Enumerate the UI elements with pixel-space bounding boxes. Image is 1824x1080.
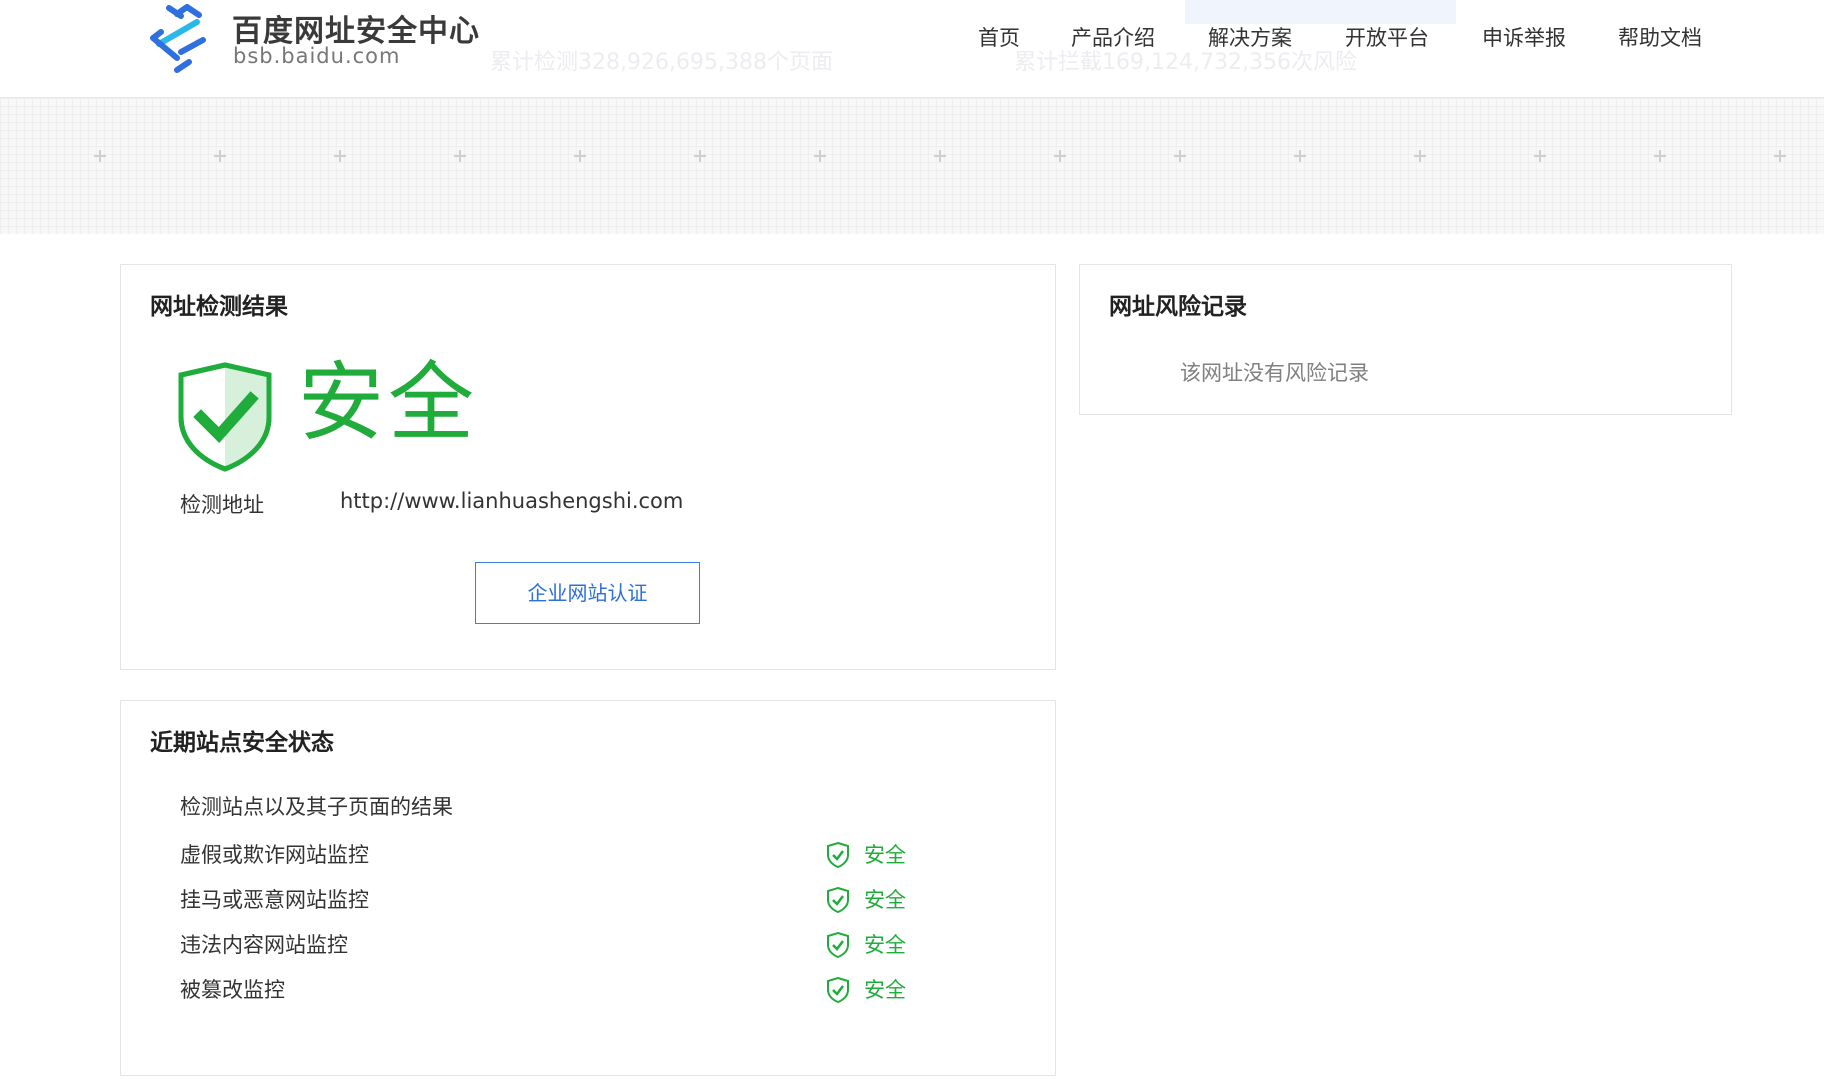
list-item: 违法内容网站监控 安全: [121, 923, 1057, 963]
recent-site-status-card: 近期站点安全状态 检测站点以及其子页面的结果 虚假或欺诈网站监控 安全 挂马或恶…: [120, 700, 1056, 1076]
baidu-safety-logo-icon[interactable]: [147, 4, 211, 74]
plus-marker: [1294, 150, 1306, 162]
plus-marker: [1174, 150, 1186, 162]
plus-marker: [814, 150, 826, 162]
plus-marker: [694, 150, 706, 162]
nav-products[interactable]: 产品介绍: [1071, 22, 1155, 52]
risk-card-title: 网址风险记录: [1109, 294, 1247, 320]
plus-marker: [574, 150, 586, 162]
plus-marker: [1774, 150, 1786, 162]
shield-check-icon: [827, 841, 849, 869]
nav-solutions[interactable]: 解决方案: [1208, 22, 1292, 52]
status-item-value: 安全: [864, 888, 906, 912]
shield-check-icon: [178, 362, 272, 472]
list-item: 被篡改监控 安全: [121, 968, 1057, 1008]
banner-pattern: [0, 98, 1824, 234]
url-risk-record-card: 网址风险记录 该网址没有风险记录: [1079, 264, 1732, 415]
plus-marker: [214, 150, 226, 162]
status-item-label: 虚假或欺诈网站监控: [180, 843, 369, 867]
plus-marker: [454, 150, 466, 162]
shield-check-icon: [827, 931, 849, 959]
enterprise-verify-button[interactable]: 企业网站认证: [475, 562, 700, 624]
logo-subtitle[interactable]: bsb.baidu.com: [233, 44, 400, 68]
plus-marker: [94, 150, 106, 162]
status-item-value: 安全: [864, 843, 906, 867]
status-item-label: 违法内容网站监控: [180, 933, 348, 957]
safety-status-text: 安全: [298, 353, 478, 453]
status-item-label: 挂马或恶意网站监控: [180, 888, 369, 912]
nav-appeal-report[interactable]: 申诉举报: [1482, 22, 1566, 52]
plus-marker: [1414, 150, 1426, 162]
result-card-title: 网址检测结果: [150, 294, 288, 320]
plus-marker: [1654, 150, 1666, 162]
risk-empty-message: 该网址没有风险记录: [1180, 361, 1369, 385]
nav-open-platform[interactable]: 开放平台: [1345, 22, 1429, 52]
checked-url-label: 检测地址: [180, 493, 264, 517]
status-intro-text: 检测站点以及其子页面的结果: [180, 795, 453, 819]
shield-check-icon: [827, 976, 849, 1004]
checked-url-value: http://www.lianhuashengshi.com: [340, 489, 684, 513]
status-item-label: 被篡改监控: [180, 978, 285, 1002]
status-item-value: 安全: [864, 978, 906, 1002]
nav-home[interactable]: 首页: [978, 22, 1020, 52]
list-item: 挂马或恶意网站监控 安全: [121, 878, 1057, 918]
plus-marker: [334, 150, 346, 162]
status-card-title: 近期站点安全状态: [150, 730, 334, 756]
plus-marker: [1054, 150, 1066, 162]
list-item: 虚假或欺诈网站监控 安全: [121, 833, 1057, 873]
plus-marker: [934, 150, 946, 162]
plus-marker: [1534, 150, 1546, 162]
nav-hover-highlight: [1185, 0, 1456, 24]
nav-help-docs[interactable]: 帮助文档: [1618, 22, 1702, 52]
site-header: 百度网址安全中心 bsb.baidu.com 累计检测328,926,695,3…: [0, 0, 1824, 98]
stat-risks-blocked: 累计拦截169,124,732,356次风险: [1014, 50, 1357, 75]
status-item-value: 安全: [864, 933, 906, 957]
url-check-result-card: 网址检测结果 安全 检测地址 http://www.lianhuashengsh…: [120, 264, 1056, 670]
stat-pages-checked: 累计检测328,926,695,388个页面: [490, 50, 833, 75]
shield-check-icon: [827, 886, 849, 914]
